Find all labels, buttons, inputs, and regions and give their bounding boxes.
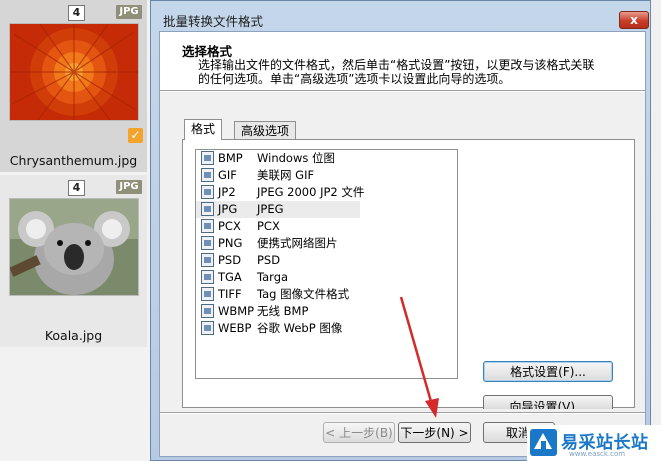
- format-ext: JP2: [218, 185, 236, 199]
- batch-convert-dialog: 批量转换文件格式 x 选择格式 选择输出文件的文件格式，然后单击“格式设置”按钮…: [150, 0, 651, 461]
- thumbnail-browser: 4 JPG ✓ Chrysanthemum.jpg 4 JPG Koala.jp…: [0, 0, 150, 461]
- format-desc: PSD: [257, 253, 281, 267]
- image-file-icon: [201, 321, 214, 335]
- list-item[interactable]: BMP Windows 位图: [196, 150, 457, 167]
- format-ext: PSD: [218, 253, 242, 267]
- format-ext: PNG: [218, 236, 243, 250]
- image-file-icon: [201, 151, 214, 165]
- list-item[interactable]: PNG 便携式网络图片: [196, 235, 457, 252]
- format-desc: 谷歌 WebP 图像: [257, 321, 343, 335]
- list-item-selected[interactable]: JPG JPEG: [196, 201, 360, 218]
- thumbnail-image-koala: [9, 198, 139, 296]
- format-ext: WBMP: [218, 304, 255, 318]
- image-file-icon: [201, 202, 214, 216]
- format-ext: WEBP: [218, 321, 252, 335]
- layer-count-badge: 4: [68, 5, 85, 21]
- format-desc: JPEG: [257, 202, 284, 216]
- thumbnail-item[interactable]: 4 JPG ✓ Chrysanthemum.jpg: [0, 0, 147, 172]
- footer-divider: [160, 412, 645, 414]
- dialog-client-area: 选择格式 选择输出文件的文件格式，然后单击“格式设置”按钮，以更改与该格式关联的…: [159, 31, 646, 457]
- list-item[interactable]: JP2 JPEG 2000 JP2 文件: [196, 184, 457, 201]
- format-list[interactable]: BMP Windows 位图 GIF 美联网 GIF JP2 JPEG 2000…: [195, 149, 458, 379]
- thumbnail-image-chrysanthemum: [9, 23, 139, 121]
- list-item[interactable]: WEBP 谷歌 WebP 图像: [196, 320, 457, 337]
- wizard-settings-button[interactable]: 向导设置(V)...: [483, 395, 613, 409]
- thumbnail-caption: Chrysanthemum.jpg: [9, 153, 138, 168]
- site-logo-icon: [530, 429, 557, 456]
- list-item[interactable]: TIFF Tag 图像文件格式: [196, 286, 457, 303]
- list-item[interactable]: TGA Targa: [196, 269, 457, 286]
- format-ext: TGA: [218, 270, 242, 284]
- format-desc: Tag 图像文件格式: [257, 287, 350, 301]
- image-file-icon: [201, 253, 214, 267]
- format-desc: 便携式网络图片: [257, 236, 338, 250]
- list-item[interactable]: WBMP 无线 BMP: [196, 303, 457, 320]
- checkmark-icon[interactable]: ✓: [128, 128, 143, 143]
- format-desc: Windows 位图: [257, 151, 335, 165]
- thumbnail-caption: Koala.jpg: [44, 328, 103, 343]
- image-file-icon: [201, 168, 214, 182]
- format-ext: JPG: [218, 202, 238, 216]
- format-desc: JPEG 2000 JP2 文件: [257, 185, 365, 199]
- list-item[interactable]: GIF 美联网 GIF: [196, 167, 457, 184]
- previous-button[interactable]: < 上一步(B): [323, 422, 395, 443]
- image-file-icon: [201, 304, 214, 318]
- list-item[interactable]: PSD PSD: [196, 252, 457, 269]
- format-ext: GIF: [218, 168, 237, 182]
- image-file-icon: [201, 185, 214, 199]
- tab-advanced-options[interactable]: 高级选项: [234, 121, 297, 140]
- next-button[interactable]: 下一步(N) >: [398, 422, 471, 443]
- close-button[interactable]: x: [619, 11, 649, 29]
- format-ext: BMP: [218, 151, 243, 165]
- watermark-url: www.easck.com: [569, 450, 626, 458]
- image-file-icon: [201, 270, 214, 284]
- thumbnail-item[interactable]: 4 JPG Koala.jpg: [0, 175, 147, 347]
- format-settings-button[interactable]: 格式设置(F)...: [483, 361, 613, 382]
- file-type-badge: JPG: [116, 180, 142, 194]
- format-ext: PCX: [218, 219, 241, 233]
- format-desc: 美联网 GIF: [257, 168, 315, 182]
- header-divider: [160, 90, 645, 92]
- tab-panel: BMP Windows 位图 GIF 美联网 GIF JP2 JPEG 2000…: [182, 139, 635, 409]
- format-ext: TIFF: [218, 287, 242, 301]
- format-desc: 无线 BMP: [257, 304, 309, 318]
- image-file-icon: [201, 236, 214, 250]
- format-desc: Targa: [257, 270, 289, 284]
- file-type-badge: JPG: [116, 5, 142, 19]
- watermark: 易采站长站 www.easck.com: [527, 425, 661, 461]
- format-desc: PCX: [257, 219, 280, 233]
- dialog-title: 批量转换文件格式: [163, 14, 264, 29]
- image-file-icon: [201, 287, 214, 301]
- wizard-header: 选择格式 选择输出文件的文件格式，然后单击“格式设置”按钮，以更改与该格式关联的…: [160, 32, 645, 90]
- step-description: 选择输出文件的文件格式，然后单击“格式设置”按钮，以更改与该格式关联的任何选项。…: [198, 58, 595, 86]
- image-file-icon: [201, 219, 214, 233]
- list-item[interactable]: PCX PCX: [196, 218, 457, 235]
- tab-format[interactable]: 格式: [184, 119, 223, 140]
- layer-count-badge: 4: [68, 180, 85, 196]
